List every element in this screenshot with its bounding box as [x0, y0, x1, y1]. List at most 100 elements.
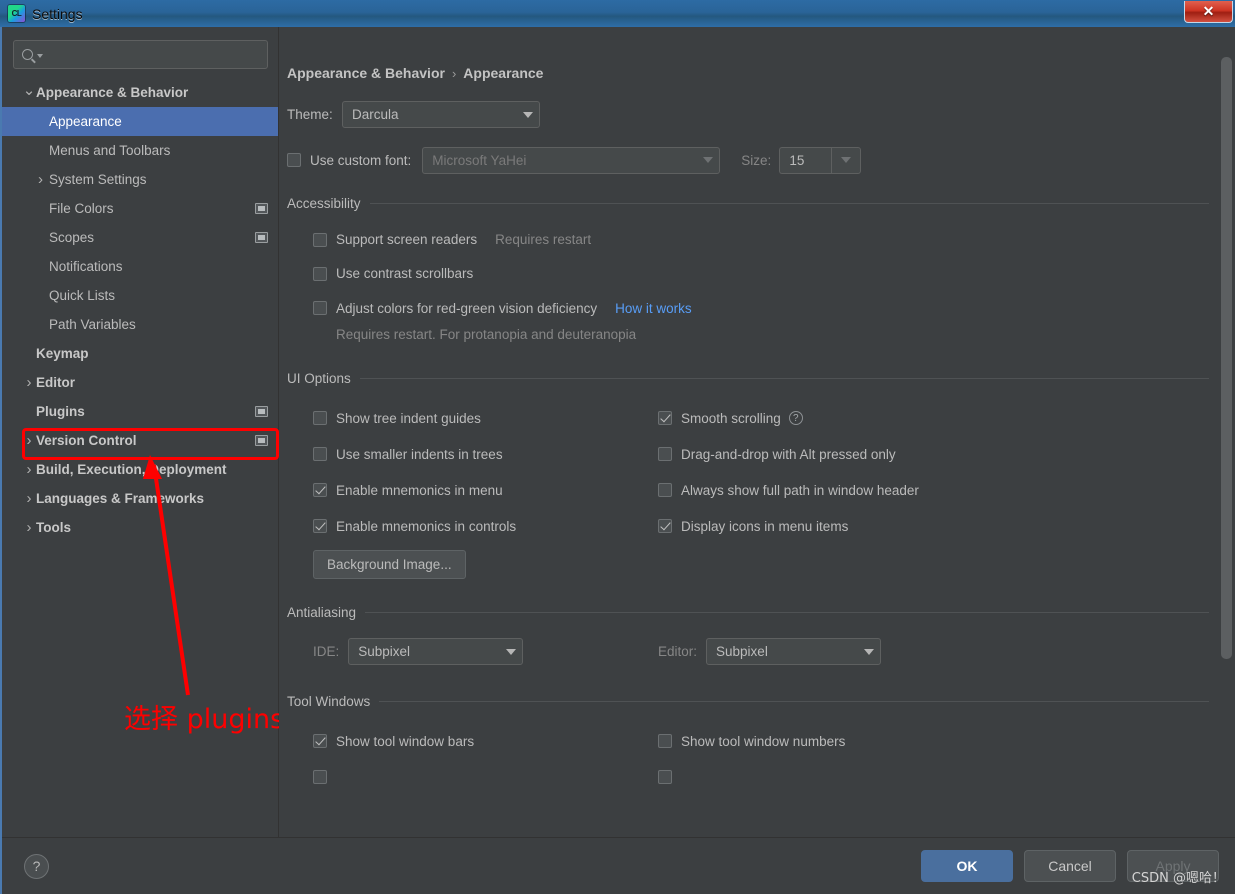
- accessibility-items: Support screen readers Requires restart …: [287, 217, 1209, 342]
- chevron-right-icon: ›: [26, 490, 32, 507]
- settings-badge-icon: [255, 406, 268, 417]
- help-icon[interactable]: ?: [788, 411, 803, 425]
- clion-icon: [8, 5, 25, 22]
- chevron-down-icon: [703, 157, 714, 163]
- sidebar-item-build-execution-deployment[interactable]: › Build, Execution, Deployment: [2, 455, 278, 484]
- ide-label: IDE:: [313, 644, 340, 659]
- ui-options-left-column: Show tree indent guides Use smaller inde…: [313, 400, 658, 579]
- show-tree-indent-guides-checkbox[interactable]: Show tree indent guides: [313, 400, 658, 436]
- checkbox-box: [658, 483, 672, 497]
- close-icon[interactable]: ✕: [1184, 1, 1233, 23]
- drag-and-drop-alt-checkbox[interactable]: Drag-and-drop with Alt pressed only: [658, 436, 1209, 472]
- ui-options-title: UI Options: [287, 371, 351, 386]
- sidebar-item-version-control[interactable]: › Version Control: [2, 426, 278, 455]
- theme-row: Theme: Darcula: [287, 101, 1209, 128]
- cancel-button[interactable]: Cancel: [1024, 850, 1116, 882]
- enable-mnemonics-controls-checkbox[interactable]: Enable mnemonics in controls: [313, 508, 658, 544]
- use-custom-font-checkbox[interactable]: Use custom font:: [287, 146, 411, 174]
- sidebar-item-scopes[interactable]: Scopes: [2, 223, 278, 252]
- smooth-scrolling-checkbox[interactable]: Smooth scrolling ?: [658, 400, 1209, 436]
- sidebar-item-label: File Colors: [49, 201, 114, 216]
- sidebar-item-notifications[interactable]: Notifications: [2, 252, 278, 281]
- accessibility-title: Accessibility: [287, 196, 361, 211]
- help-button[interactable]: ?: [24, 853, 49, 879]
- tool-windows-left-partial-row[interactable]: [313, 759, 658, 795]
- search-input[interactable]: [47, 47, 259, 62]
- support-screen-readers-checkbox[interactable]: Support screen readers Requires restart: [313, 223, 1209, 256]
- ui-options-right-column: Smooth scrolling ? Drag-and-drop with Al…: [658, 400, 1209, 579]
- section-divider: [365, 612, 1209, 613]
- ide-antialiasing-select[interactable]: Subpixel: [348, 638, 524, 665]
- checkbox-box: [313, 232, 327, 247]
- section-divider: [379, 701, 1209, 702]
- adjust-colors-checkbox[interactable]: Adjust colors for red-green vision defic…: [313, 291, 1209, 325]
- checkbox-box: [287, 153, 301, 167]
- custom-font-select[interactable]: Microsoft YaHei: [422, 146, 721, 174]
- chevron-right-icon: ›: [26, 374, 32, 391]
- chevron-down-icon: [523, 111, 533, 118]
- sidebar-item-file-colors[interactable]: File Colors: [2, 194, 278, 223]
- sidebar-item-editor[interactable]: › Editor: [2, 368, 278, 397]
- display-icons-menu-items-checkbox[interactable]: Display icons in menu items: [658, 508, 1209, 544]
- option-label: Adjust colors for red-green vision defic…: [336, 300, 598, 316]
- font-size-label: Size:: [741, 152, 772, 168]
- search-box[interactable]: [13, 40, 268, 69]
- sidebar-item-appearance-behavior[interactable]: ⌄ Appearance & Behavior: [2, 78, 278, 107]
- option-label: Smooth scrolling: [681, 410, 781, 426]
- sidebar-item-label: Menus and Toolbars: [49, 143, 171, 158]
- how-it-works-link[interactable]: How it works: [615, 301, 692, 316]
- sidebar-item-plugins[interactable]: Plugins: [2, 397, 278, 426]
- show-tool-window-numbers-checkbox[interactable]: Show tool window numbers: [658, 723, 1209, 759]
- sidebar-item-appearance[interactable]: Appearance: [2, 107, 278, 136]
- ok-button[interactable]: OK: [921, 850, 1013, 882]
- font-size-stepper[interactable]: [831, 146, 862, 174]
- dialog-footer: ? OK Cancel Apply CSDN @嗯哈！: [2, 837, 1235, 894]
- antialiasing-editor-row: Editor: Subpixel: [658, 638, 1209, 665]
- sidebar-item-path-variables[interactable]: Path Variables: [2, 310, 278, 339]
- background-image-button[interactable]: Background Image...: [313, 550, 466, 579]
- sidebar-item-label: Plugins: [36, 404, 85, 419]
- sidebar-item-keymap[interactable]: Keymap: [2, 339, 278, 368]
- window-title: Settings: [32, 5, 83, 22]
- use-smaller-indents-checkbox[interactable]: Use smaller indents in trees: [313, 436, 658, 472]
- tool-windows-right-column: Show tool window numbers: [658, 723, 1209, 795]
- sidebar-item-label: System Settings: [49, 172, 147, 187]
- custom-font-row: Use custom font: Microsoft YaHei Size: 1…: [287, 146, 1209, 174]
- tool-windows-right-partial-row[interactable]: [658, 759, 1209, 795]
- sidebar-item-languages-frameworks[interactable]: › Languages & Frameworks: [2, 484, 278, 513]
- checkbox-box: [313, 483, 327, 497]
- sidebar-item-quick-lists[interactable]: Quick Lists: [2, 281, 278, 310]
- font-size-input[interactable]: 15: [779, 146, 832, 174]
- editor-antialiasing-select[interactable]: Subpixel: [706, 638, 882, 665]
- sidebar-item-tools[interactable]: › Tools: [2, 513, 278, 542]
- option-label: Support screen readers: [336, 232, 478, 247]
- content-scrollbar[interactable]: [1221, 30, 1232, 833]
- sidebar-item-menus-and-toolbars[interactable]: Menus and Toolbars: [2, 136, 278, 165]
- window-controls: ✕: [1184, 0, 1235, 27]
- sidebar-item-system-settings[interactable]: › System Settings: [2, 165, 278, 194]
- option-label: Enable mnemonics in controls: [336, 518, 517, 534]
- use-contrast-scrollbars-checkbox[interactable]: Use contrast scrollbars: [313, 256, 1209, 291]
- checkbox-box: [313, 447, 327, 461]
- breadcrumb-parent[interactable]: Appearance & Behavior: [287, 65, 445, 81]
- accessibility-section: Accessibility Support screen readers Req…: [287, 196, 1209, 342]
- chevron-right-icon: ›: [38, 171, 43, 188]
- checkbox-box: [658, 734, 672, 748]
- checkbox-box: [658, 519, 672, 533]
- search-icon: [22, 49, 33, 60]
- checkbox-box: [658, 770, 672, 784]
- theme-select[interactable]: Darcula: [342, 101, 540, 128]
- enable-mnemonics-menu-checkbox[interactable]: Enable mnemonics in menu: [313, 472, 658, 508]
- sidebar-item-label: Version Control: [36, 433, 137, 448]
- sidebar-item-label: Build, Execution, Deployment: [36, 462, 227, 477]
- always-show-full-path-checkbox[interactable]: Always show full path in window header: [658, 472, 1209, 508]
- settings-badge-icon: [255, 435, 268, 446]
- show-tool-window-bars-checkbox[interactable]: Show tool window bars: [313, 723, 658, 759]
- theme-label: Theme:: [287, 107, 333, 122]
- breadcrumb-separator: ›: [451, 65, 457, 81]
- checkbox-box: [313, 411, 327, 425]
- scrollbar-thumb[interactable]: [1221, 57, 1232, 659]
- sidebar-search-wrap: [2, 27, 278, 78]
- sidebar-item-label: Editor: [36, 375, 75, 390]
- settings-dialog: ⌄ Appearance & Behavior Appearance Menus an…: [0, 27, 1235, 894]
